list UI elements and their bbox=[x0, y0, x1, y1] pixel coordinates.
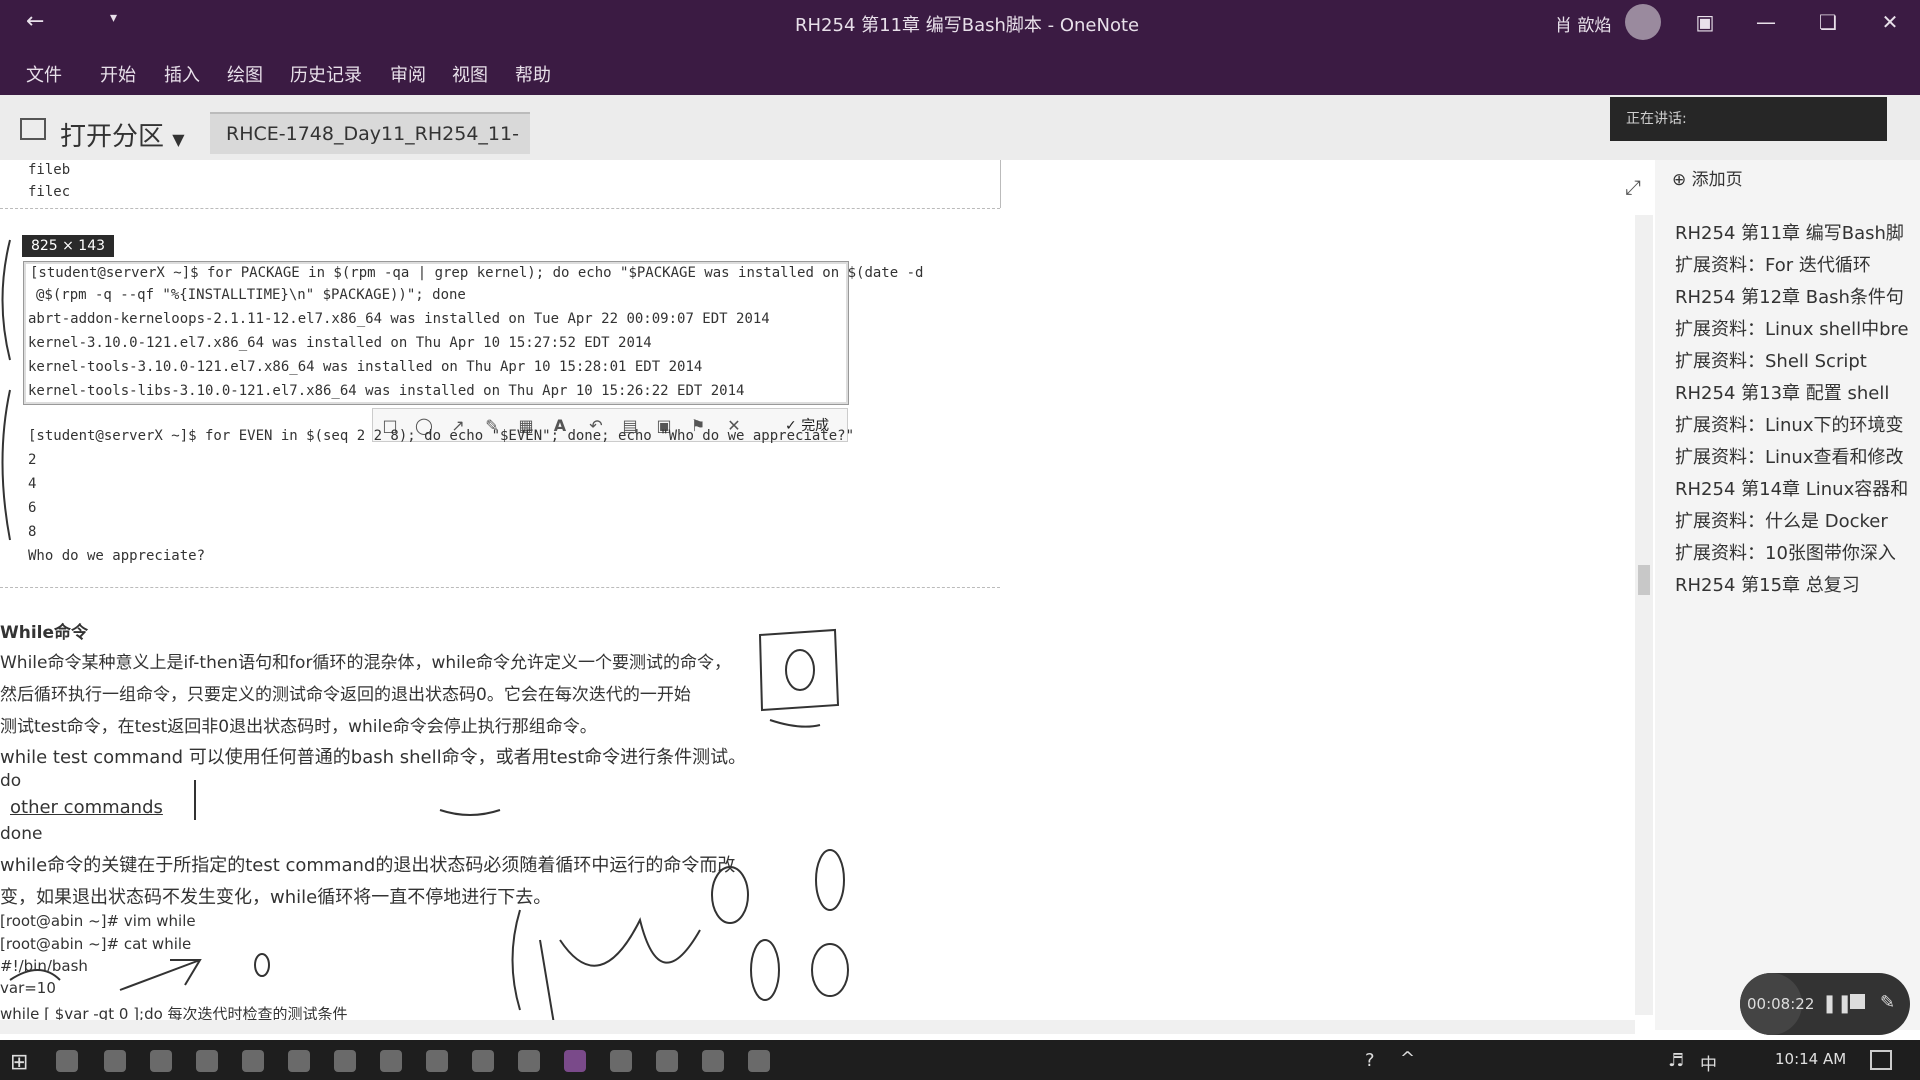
user-name[interactable]: 肖 歆焰 bbox=[1555, 11, 1611, 36]
page-item[interactable]: 扩展资料：Linux shell中bre bbox=[1675, 315, 1915, 341]
page-item[interactable]: 扩展资料：Linux查看和修改 bbox=[1675, 443, 1915, 469]
add-page-label: 添加页 bbox=[1691, 170, 1743, 190]
start-icon[interactable]: ⊞ bbox=[10, 1050, 28, 1075]
horizontal-scrollbar[interactable] bbox=[0, 1020, 1635, 1034]
notification-icon[interactable] bbox=[1870, 1050, 1892, 1070]
page-item[interactable]: 扩展资料：什么是 Docker bbox=[1675, 507, 1915, 533]
open-sections-label: 打开分区 bbox=[60, 122, 165, 152]
back-arrow-icon[interactable]: ← bbox=[26, 9, 44, 34]
taskbar-clock[interactable]: 10:14 AM bbox=[1775, 1050, 1846, 1068]
scrollbar-thumb[interactable] bbox=[1638, 565, 1650, 595]
page-item[interactable]: 扩展资料：Linux下的环境变 bbox=[1675, 411, 1915, 437]
taskbar-app-icon[interactable] bbox=[104, 1050, 126, 1072]
avatar[interactable] bbox=[1625, 4, 1661, 40]
recording-time: 00:08:22 bbox=[1747, 995, 1815, 1013]
page-item[interactable]: RH254 第13章 配置 shell bbox=[1675, 379, 1915, 405]
tab-home[interactable]: 开始 bbox=[100, 61, 136, 87]
title-bar: ← ▾ RH254 第11章 编写Bash脚本 - OneNote 肖 歆焰 ▣… bbox=[0, 0, 1920, 45]
stop-icon[interactable] bbox=[1850, 994, 1865, 1009]
chevron-up-icon[interactable]: ^ bbox=[1400, 1048, 1415, 1069]
notebook-icon[interactable] bbox=[20, 118, 46, 140]
taskbar-app-icon[interactable] bbox=[288, 1050, 310, 1072]
quick-access-dropdown-icon[interactable]: ▾ bbox=[110, 10, 117, 26]
tab-help[interactable]: 帮助 bbox=[515, 61, 551, 87]
tab-view[interactable]: 视图 bbox=[452, 61, 488, 87]
add-page-button[interactable]: ⊕ 添加页 bbox=[1672, 165, 1743, 190]
taskbar-app-icon[interactable] bbox=[196, 1050, 218, 1072]
restore-icon[interactable]: ❏ bbox=[1808, 6, 1848, 38]
taskbar-app-icon[interactable] bbox=[610, 1050, 632, 1072]
onenote-icon[interactable] bbox=[564, 1050, 586, 1072]
page-item[interactable]: 扩展资料：10张图带你深入 bbox=[1675, 539, 1915, 565]
page-item[interactable]: RH254 第15章 总复习 bbox=[1675, 571, 1915, 597]
ribbon-display-icon[interactable]: ▣ bbox=[1685, 6, 1725, 38]
chevron-down-icon: ▼ bbox=[172, 130, 185, 149]
taskbar-app-icon[interactable] bbox=[380, 1050, 402, 1072]
page-item[interactable]: 扩展资料：Shell Script bbox=[1675, 347, 1915, 373]
taskbar-app-icon[interactable] bbox=[702, 1050, 724, 1072]
task-view-icon[interactable] bbox=[56, 1050, 78, 1072]
section-tab[interactable]: RHCE-1748_Day11_RH254_11-14 bbox=[210, 112, 530, 185]
tab-file[interactable]: 文件 bbox=[26, 61, 62, 87]
page-item[interactable]: RH254 第14章 Linux容器和 bbox=[1675, 475, 1915, 501]
help-icon[interactable]: ? bbox=[1365, 1050, 1375, 1071]
vertical-scrollbar[interactable] bbox=[1635, 215, 1653, 1015]
tab-history[interactable]: 历史记录 bbox=[290, 61, 362, 87]
volume-icon[interactable]: ♬ bbox=[1668, 1050, 1684, 1071]
minimize-icon[interactable]: — bbox=[1746, 6, 1786, 38]
taskbar-app-icon[interactable] bbox=[334, 1050, 356, 1072]
page-item[interactable]: 扩展资料：For 迭代循环 bbox=[1675, 251, 1915, 277]
ink-annotations bbox=[1, 239, 849, 1020]
close-icon[interactable]: ✕ bbox=[1870, 6, 1910, 38]
tab-draw[interactable]: 绘图 bbox=[227, 61, 263, 87]
tab-insert[interactable]: 插入 bbox=[164, 61, 200, 87]
ribbon-tabs: 文件 开始 插入 绘图 历史记录 审阅 视图 帮助 bbox=[0, 45, 1920, 95]
taskbar-app-icon[interactable] bbox=[656, 1050, 678, 1072]
ime-icon[interactable]: 中 bbox=[1700, 1050, 1717, 1075]
plus-circle-icon: ⊕ bbox=[1672, 170, 1687, 190]
edit-icon[interactable]: ✎ bbox=[1880, 992, 1895, 1013]
open-sections-button[interactable]: 打开分区 ▼ bbox=[60, 116, 185, 153]
window-title: RH254 第11章 编写Bash脚本 - OneNote bbox=[795, 15, 1140, 36]
taskbar-app-icon[interactable] bbox=[518, 1050, 540, 1072]
tab-review[interactable]: 审阅 bbox=[390, 61, 426, 87]
taskbar-app-icon[interactable] bbox=[426, 1050, 448, 1072]
taskbar-app-icon[interactable] bbox=[472, 1050, 494, 1072]
speaking-indicator: 正在讲话: bbox=[1610, 97, 1887, 141]
taskbar-app-icon[interactable] bbox=[748, 1050, 770, 1072]
page-item[interactable]: RH254 第11章 编写Bash脚 bbox=[1675, 219, 1915, 245]
pause-icon[interactable]: ❚❚ bbox=[1822, 993, 1852, 1014]
browser-icon[interactable] bbox=[242, 1050, 264, 1072]
page-item[interactable]: RH254 第12章 Bash条件句 bbox=[1675, 283, 1915, 309]
taskbar-app-icon[interactable] bbox=[150, 1050, 172, 1072]
